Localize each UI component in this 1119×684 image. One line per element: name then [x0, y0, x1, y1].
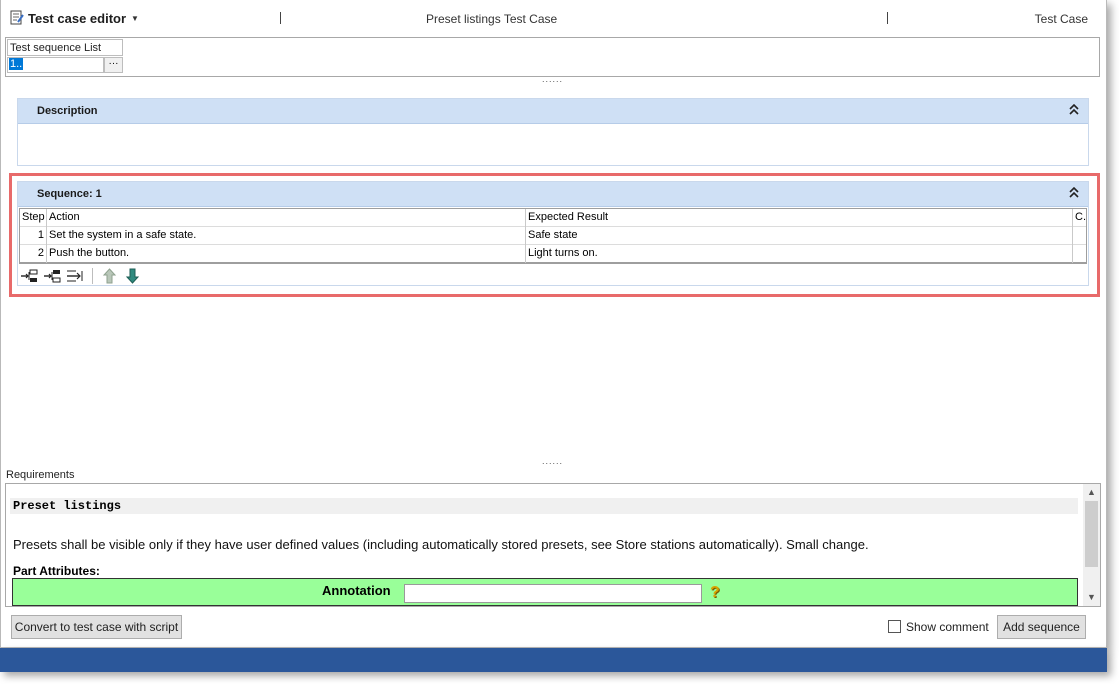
annotation-label: Annotation [322, 583, 391, 598]
requirement-text: Presets shall be visible only if they ha… [13, 537, 869, 552]
requirements-scrollbar[interactable]: ▲ ▼ [1083, 484, 1100, 606]
header-separator [887, 12, 888, 24]
part-attributes-label: Part Attributes: [13, 564, 100, 578]
test-case-name: Preset listings Test Case [426, 12, 558, 26]
add-sequence-button[interactable]: Add sequence [997, 615, 1086, 639]
top-splitter-handle[interactable]: ...... [542, 74, 563, 84]
show-comment-label: Show comment [906, 620, 989, 634]
test-sequence-list-label: Test sequence List [7, 39, 123, 56]
scroll-down-icon[interactable]: ▼ [1083, 589, 1100, 606]
header-separator [280, 12, 281, 24]
description-panel: Description [17, 98, 1089, 166]
test-sequence-list-value: 1.. [9, 58, 24, 70]
convert-to-script-button[interactable]: Convert to test case with script [11, 615, 182, 639]
sequence-highlight-frame [9, 173, 1100, 297]
requirements-view[interactable]: Preset listings Presets shall be visible… [5, 483, 1101, 607]
show-comment-checkbox[interactable] [888, 620, 901, 633]
editor-title-dropdown[interactable]: Test case editor ▼ [10, 10, 139, 26]
requirement-heading: Preset listings [10, 498, 1078, 514]
test-sequence-list-box: Test sequence List 1.. ··· [5, 37, 1100, 77]
test-sequence-list-input[interactable]: 1.. [7, 57, 104, 73]
requirements-label: Requirements [6, 469, 75, 481]
document-edit-icon [10, 10, 24, 26]
test-case-editor-window: Test case editor ▼ Preset listings Test … [0, 0, 1107, 648]
scroll-up-icon[interactable]: ▲ [1083, 484, 1100, 501]
editor-header: Test case editor ▼ Preset listings Test … [1, 0, 1106, 36]
bottom-splitter-handle[interactable]: ...... [542, 456, 563, 466]
description-content[interactable] [18, 125, 1088, 165]
annotation-input[interactable] [404, 584, 702, 603]
chevron-down-icon: ▼ [131, 13, 139, 23]
ellipsis-button[interactable]: ··· [104, 57, 123, 73]
taskbar-strip [0, 648, 1107, 672]
item-type-label: Test Case [1034, 12, 1088, 26]
annotation-row: Annotation ? [12, 578, 1078, 606]
collapse-icon[interactable] [1068, 103, 1080, 118]
description-title: Description [37, 105, 98, 117]
app-title: Test case editor [28, 10, 127, 26]
help-icon[interactable]: ? [710, 584, 724, 602]
scroll-thumb[interactable] [1085, 501, 1098, 567]
description-panel-header: Description [18, 99, 1088, 124]
